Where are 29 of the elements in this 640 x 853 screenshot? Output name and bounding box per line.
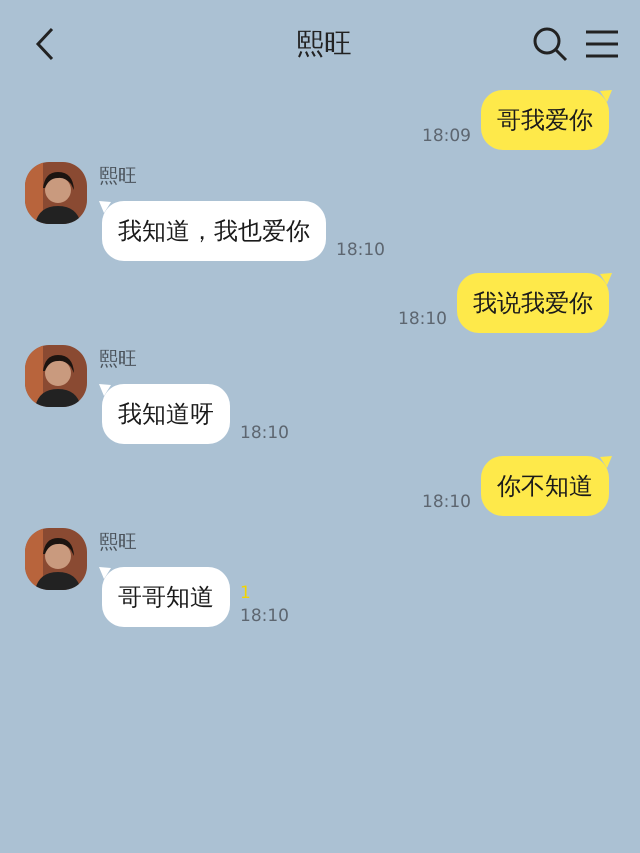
back-icon[interactable] xyxy=(34,27,56,61)
avatar-icon[interactable] xyxy=(25,345,87,407)
message-bubble: 哥我爱你 xyxy=(481,90,612,150)
message-time: 18:10 xyxy=(240,425,289,442)
message-time: 18:10 xyxy=(336,242,385,259)
message-bubble: 我知道，我也爱你 xyxy=(99,201,326,261)
menu-icon[interactable] xyxy=(586,30,618,58)
search-icon[interactable] xyxy=(532,26,568,62)
bubble-tail-icon xyxy=(99,384,111,396)
message-time: 18:10 xyxy=(422,492,471,512)
avatar-icon[interactable] xyxy=(25,528,87,590)
chat-title: 熙旺 xyxy=(295,26,352,62)
bubble-tail-icon xyxy=(99,201,111,213)
avatar-icon[interactable] xyxy=(25,162,87,224)
sender-name: 熙旺 xyxy=(99,533,138,552)
message-time: 18:10 xyxy=(398,309,447,329)
message-bubble: 我知道呀 xyxy=(99,384,230,444)
unread-count: 1 xyxy=(240,585,251,602)
message-time: 18:10 xyxy=(240,608,289,625)
sender-name: 熙旺 xyxy=(99,167,138,186)
bubble-tail-icon xyxy=(600,456,612,468)
bubble-tail-icon xyxy=(600,90,612,102)
message-bubble: 哥哥知道 xyxy=(99,567,230,627)
message-bubble: 你不知道 xyxy=(481,456,612,516)
sender-name: 熙旺 xyxy=(99,350,138,369)
message-bubble: 我说我爱你 xyxy=(457,273,612,333)
bubble-tail-icon xyxy=(600,273,612,285)
bubble-tail-icon xyxy=(99,567,111,579)
message-time: 18:09 xyxy=(422,126,471,146)
